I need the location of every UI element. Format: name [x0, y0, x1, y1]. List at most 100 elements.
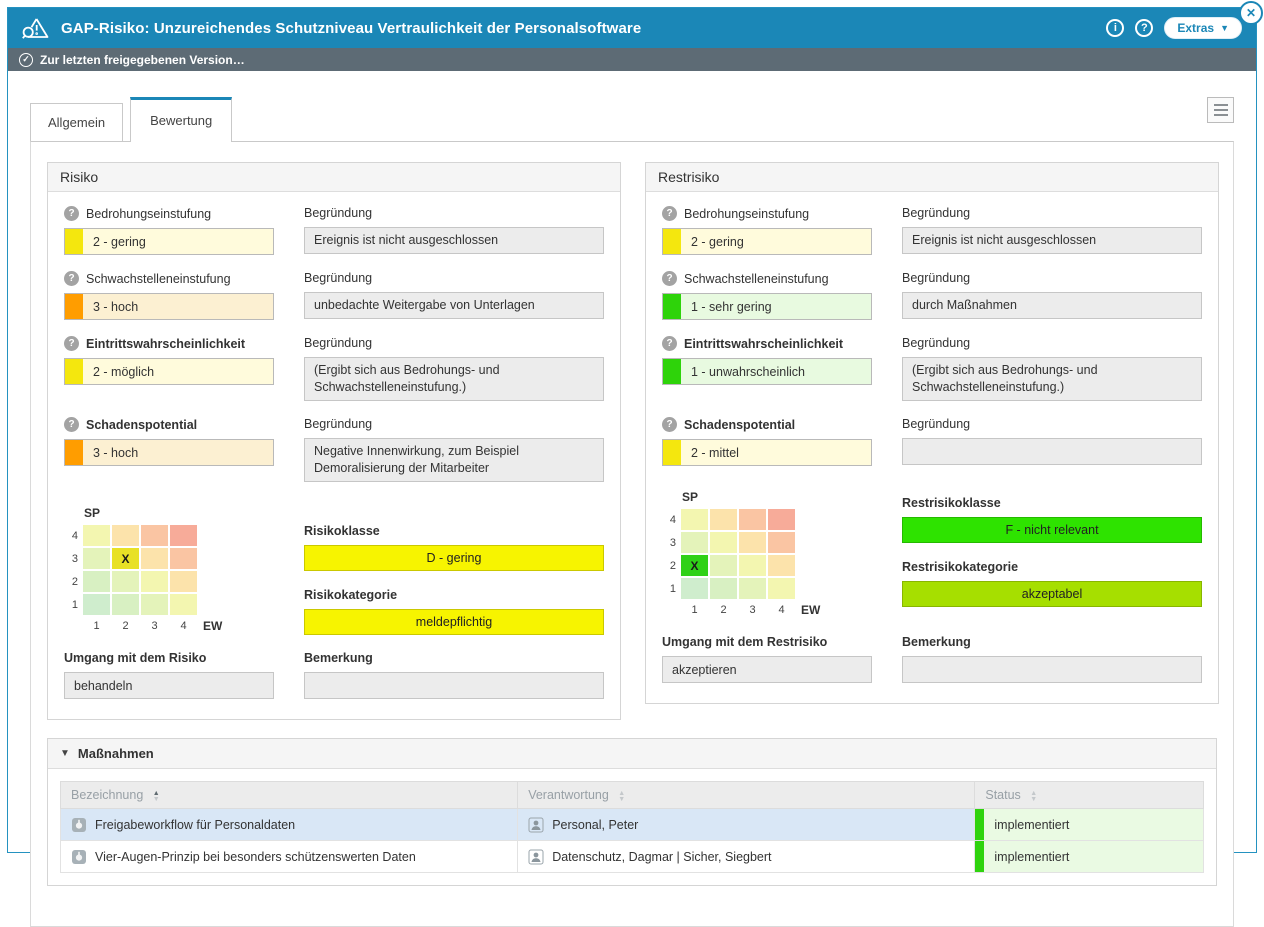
tab-allgemein[interactable]: Allgemein: [30, 103, 123, 141]
begruendung-input[interactable]: [902, 438, 1202, 465]
matrix-cell[interactable]: X: [112, 548, 139, 569]
field-begruendung: Begründung unbedachte Weitergabe von Unt…: [304, 271, 604, 319]
matrix-cell[interactable]: [739, 532, 766, 553]
table-row[interactable]: Freigabeworkflow für Personaldaten Perso…: [61, 809, 1204, 841]
tab-bewertung[interactable]: Bewertung: [130, 97, 232, 142]
rating-value: 1 - unwahrscheinlich: [681, 359, 871, 384]
begruendung-input[interactable]: unbedachte Weitergabe von Unterlagen: [304, 292, 604, 319]
panel-title: Restrisiko: [646, 163, 1218, 192]
matrix-cell[interactable]: [170, 525, 197, 546]
begruendung-input[interactable]: (Ergibt sich aus Bedrohungs- und Schwach…: [304, 357, 604, 401]
rating-select[interactable]: 1 - unwahrscheinlich: [662, 358, 872, 385]
status-cell: implementiert: [975, 809, 1204, 841]
matrix-axis-ew-label: EW: [801, 603, 820, 617]
field-help-icon[interactable]: ?: [662, 336, 677, 351]
matrix-cell[interactable]: [83, 594, 110, 615]
matrix-cell[interactable]: [768, 555, 795, 576]
field-begruendung: Begründung (Ergibt sich aus Bedrohungs- …: [304, 336, 604, 401]
rating-select[interactable]: 2 - gering: [662, 228, 872, 255]
matrix-cell[interactable]: [710, 555, 737, 576]
matrix-cell[interactable]: [141, 525, 168, 546]
rating-select[interactable]: 2 - mittel: [662, 439, 872, 466]
matrix-cell[interactable]: [170, 571, 197, 592]
matrix-cell[interactable]: [112, 571, 139, 592]
field-help-icon[interactable]: ?: [64, 417, 79, 432]
version-link[interactable]: ✓ Zur letzten freigegebenen Version…: [8, 48, 1256, 71]
bemerkung-input[interactable]: [304, 672, 604, 699]
field-begruendung: Begründung (Ergibt sich aus Bedrohungs- …: [902, 336, 1202, 401]
matrix-cell[interactable]: [141, 594, 168, 615]
begruendung-input[interactable]: durch Maßnahmen: [902, 292, 1202, 319]
begruendung-input[interactable]: Negative Innenwirkung, zum Beispiel Demo…: [304, 438, 604, 482]
rating-swatch: [663, 294, 681, 319]
field-help-icon[interactable]: ?: [662, 271, 677, 286]
field-label: Umgang mit dem Restrisiko: [662, 635, 872, 649]
matrix-cell[interactable]: X: [681, 555, 708, 576]
page-title: GAP-Risiko: Unzureichendes Schutzniveau …: [61, 20, 641, 37]
matrix-cell[interactable]: [710, 509, 737, 530]
close-icon[interactable]: ✕: [1239, 1, 1263, 25]
matrix-cell[interactable]: [112, 525, 139, 546]
umgang-select[interactable]: behandeln: [64, 672, 274, 699]
rating-select[interactable]: 2 - möglich: [64, 358, 274, 385]
rating-swatch: [65, 440, 83, 465]
column-header-bezeichnung[interactable]: Bezeichnung ▲▼: [61, 782, 518, 809]
bezeichnung-cell[interactable]: Freigabeworkflow für Personaldaten: [61, 809, 518, 841]
collapse-icon[interactable]: ▼: [60, 748, 70, 759]
table-row[interactable]: Vier-Augen-Prinzip bei besonders schütze…: [61, 841, 1204, 873]
help-icon[interactable]: ?: [1135, 19, 1153, 37]
matrix-cell[interactable]: [170, 594, 197, 615]
matrix-cell[interactable]: [141, 571, 168, 592]
matrix-cell[interactable]: [768, 509, 795, 530]
rating-select[interactable]: 3 - hoch: [64, 293, 274, 320]
matrix-cell[interactable]: [170, 548, 197, 569]
rating-select[interactable]: 2 - gering: [64, 228, 274, 255]
column-header-verantwortung[interactable]: Verantwortung ▲▼: [518, 782, 975, 809]
matrix-cell[interactable]: [768, 532, 795, 553]
field-help-icon[interactable]: ?: [662, 206, 677, 221]
dialog-window: ✕ GAP-Risiko: Unzureichendes Schutznivea…: [7, 7, 1257, 853]
matrix-cell[interactable]: [83, 548, 110, 569]
matrix-cell[interactable]: [710, 532, 737, 553]
matrix-cell[interactable]: [83, 571, 110, 592]
rating-select[interactable]: 1 - sehr gering: [662, 293, 872, 320]
panel-restrisiko: Restrisiko ? Bedrohungseinstufung 2 - ge…: [645, 162, 1219, 704]
rating-select[interactable]: 3 - hoch: [64, 439, 274, 466]
field-schadenspotential: ? Schadenspotential 2 - mittel: [662, 417, 872, 466]
field-help-icon[interactable]: ?: [64, 271, 79, 286]
layout-toggle-button[interactable]: [1207, 97, 1234, 123]
field-schadenspotential: ? Schadenspotential 3 - hoch: [64, 417, 274, 466]
matrix-cell[interactable]: [681, 578, 708, 599]
risk-matrix: SP 43X211234EW: [64, 506, 222, 635]
rating-value: 1 - sehr gering: [681, 294, 871, 319]
extras-button[interactable]: Extras ▼: [1164, 17, 1242, 39]
begruendung-input[interactable]: Ereignis ist nicht ausgeschlossen: [304, 227, 604, 254]
matrix-cell[interactable]: [681, 532, 708, 553]
matrix-cell[interactable]: [768, 578, 795, 599]
bezeichnung-cell[interactable]: Vier-Augen-Prinzip bei besonders schütze…: [61, 841, 518, 873]
bemerkung-input[interactable]: [902, 656, 1202, 683]
matrix-cell[interactable]: [112, 594, 139, 615]
matrix-cell[interactable]: [739, 509, 766, 530]
begruendung-input[interactable]: (Ergibt sich aus Bedrohungs- und Schwach…: [902, 357, 1202, 401]
begruendung-input[interactable]: Ereignis ist nicht ausgeschlossen: [902, 227, 1202, 254]
matrix-cell[interactable]: [710, 578, 737, 599]
field-help-icon[interactable]: ?: [64, 336, 79, 351]
matrix-cell[interactable]: [739, 578, 766, 599]
rating-value: 3 - hoch: [83, 294, 273, 319]
field-help-icon[interactable]: ?: [64, 206, 79, 221]
field-label: Begründung: [304, 271, 604, 285]
matrix-cell[interactable]: [83, 525, 110, 546]
matrix-row-label: 3: [662, 537, 676, 549]
matrix-cell[interactable]: [681, 509, 708, 530]
column-header-status[interactable]: Status ▲▼: [975, 782, 1204, 809]
matrix-cell[interactable]: [739, 555, 766, 576]
tab-content: Risiko ? Bedrohungseinstufung 2 - gering…: [30, 141, 1234, 927]
info-icon[interactable]: i: [1106, 19, 1124, 37]
field-bedrohungseinstufung: ? Bedrohungseinstufung 2 - gering: [64, 206, 274, 255]
field-begruendung: Begründung Ereignis ist nicht ausgeschlo…: [304, 206, 604, 254]
umgang-select[interactable]: akzeptieren: [662, 656, 872, 683]
field-help-icon[interactable]: ?: [662, 417, 677, 432]
matrix-cell[interactable]: [141, 548, 168, 569]
person-icon: [528, 817, 544, 833]
